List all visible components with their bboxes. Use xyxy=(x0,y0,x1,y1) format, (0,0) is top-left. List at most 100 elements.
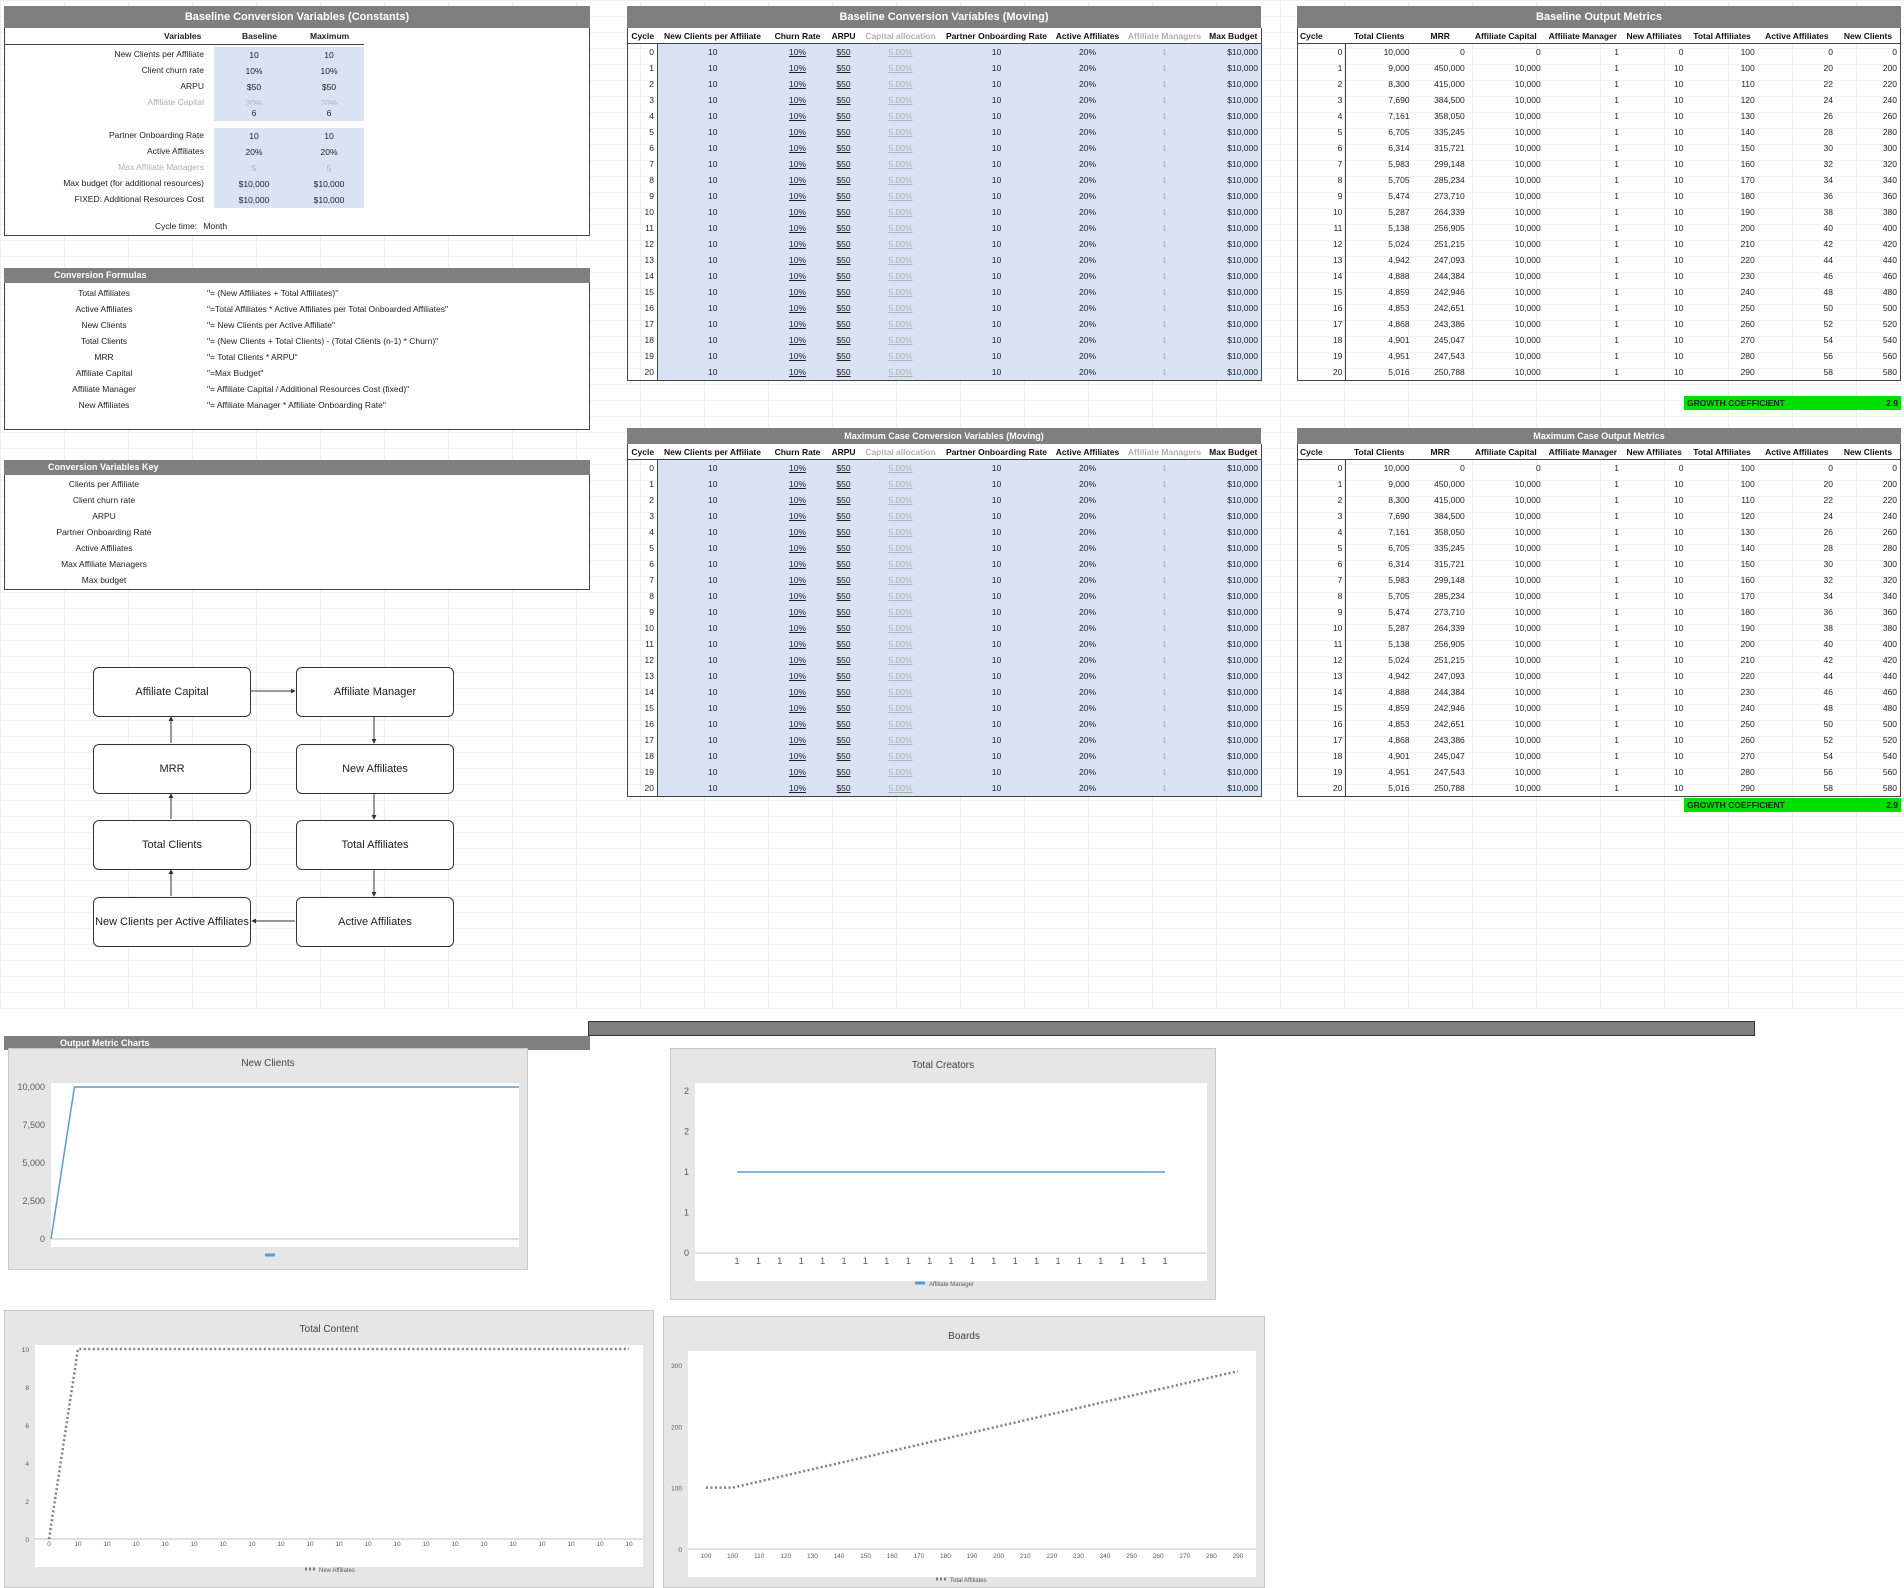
cell-budget[interactable]: $10,000 xyxy=(1205,780,1262,797)
cell-managers[interactable]: 1 xyxy=(1123,92,1206,108)
cell-managers[interactable]: 1 xyxy=(1123,316,1206,332)
cell-new_clients[interactable]: 10 xyxy=(657,204,768,220)
cell-onboarding[interactable]: 10 xyxy=(941,252,1052,268)
cell-new_clients[interactable]: 10 xyxy=(657,652,768,668)
cell-new_clients[interactable]: 10 xyxy=(657,92,768,108)
cell-churn[interactable]: 10% xyxy=(767,43,828,60)
cell-churn[interactable]: 10% xyxy=(767,780,828,797)
cell-new_clients[interactable]: 10 xyxy=(657,732,768,748)
cell-active[interactable]: 20% xyxy=(1051,332,1124,348)
cell-budget[interactable]: $10,000 xyxy=(1205,668,1262,684)
cell-arpu[interactable]: $50 xyxy=(827,268,860,284)
cell-budget[interactable]: $10,000 xyxy=(1205,572,1262,588)
cell-capital[interactable]: 5.00% xyxy=(859,508,942,524)
cell-onboarding[interactable]: 10 xyxy=(941,492,1052,508)
cell-active[interactable]: 20% xyxy=(1051,572,1124,588)
cell-arpu[interactable]: $50 xyxy=(827,604,860,620)
cell-churn[interactable]: 10% xyxy=(767,76,828,92)
cell-active[interactable]: 20% xyxy=(1051,476,1124,492)
cell-new_clients[interactable]: 10 xyxy=(657,236,768,252)
cell-budget[interactable]: $10,000 xyxy=(1205,204,1262,220)
cell-onboarding[interactable]: 10 xyxy=(941,316,1052,332)
cell-onboarding[interactable]: 10 xyxy=(941,300,1052,316)
cell-churn[interactable]: 10% xyxy=(767,764,828,780)
cell-onboarding[interactable]: 10 xyxy=(941,684,1052,700)
cell-capital[interactable]: 5.00% xyxy=(859,268,942,284)
cell-arpu[interactable]: $50 xyxy=(827,60,860,76)
cell-arpu[interactable]: $50 xyxy=(827,252,860,268)
cell-new_clients[interactable]: 10 xyxy=(657,60,768,76)
cell-arpu[interactable]: $50 xyxy=(827,540,860,556)
cell-new_clients[interactable]: 10 xyxy=(657,540,768,556)
cell-budget[interactable]: $10,000 xyxy=(1205,108,1262,124)
cell-arpu[interactable]: $50 xyxy=(827,716,860,732)
cell-new_clients[interactable]: 10 xyxy=(657,364,768,381)
cell-capital[interactable]: 5.00% xyxy=(859,316,942,332)
cell-managers[interactable]: 1 xyxy=(1123,588,1206,604)
cell-active[interactable]: 20% xyxy=(1051,668,1124,684)
cell-new_clients[interactable]: 10 xyxy=(657,524,768,540)
cell-capital[interactable]: 5.00% xyxy=(859,459,942,476)
cell-managers[interactable]: 1 xyxy=(1123,540,1206,556)
cell-arpu[interactable]: $50 xyxy=(827,684,860,700)
cell-capital[interactable]: 5.00% xyxy=(859,300,942,316)
cell-managers[interactable]: 1 xyxy=(1123,764,1206,780)
cell-managers[interactable]: 1 xyxy=(1123,700,1206,716)
cell-onboarding[interactable]: 10 xyxy=(941,732,1052,748)
cell-managers[interactable]: 1 xyxy=(1123,508,1206,524)
cell-capital[interactable]: 5.00% xyxy=(859,780,942,797)
cell-budget[interactable]: $10,000 xyxy=(1205,332,1262,348)
cell-arpu[interactable]: $50 xyxy=(827,459,860,476)
cell-onboarding[interactable]: 10 xyxy=(941,236,1052,252)
cell-active[interactable]: 20% xyxy=(1051,156,1124,172)
cell-churn[interactable]: 10% xyxy=(767,108,828,124)
cell-capital[interactable]: 5.00% xyxy=(859,43,942,60)
cell-new_clients[interactable]: 10 xyxy=(657,140,768,156)
cell-capital[interactable]: 5.00% xyxy=(859,204,942,220)
cell-capital[interactable]: 5.00% xyxy=(859,348,942,364)
cell-capital[interactable]: 5.00% xyxy=(859,684,942,700)
cell-capital[interactable]: 5.00% xyxy=(859,108,942,124)
cell-new_clients[interactable]: 10 xyxy=(657,620,768,636)
cell-managers[interactable]: 1 xyxy=(1123,332,1206,348)
cell-churn[interactable]: 10% xyxy=(767,652,828,668)
cell-capital[interactable]: 5.00% xyxy=(859,604,942,620)
cell-capital[interactable]: 5.00% xyxy=(859,236,942,252)
cell-managers[interactable]: 1 xyxy=(1123,668,1206,684)
cell-active[interactable]: 20% xyxy=(1051,252,1124,268)
cell-active[interactable]: 20% xyxy=(1051,204,1124,220)
cell-budget[interactable]: $10,000 xyxy=(1205,172,1262,188)
cell-arpu[interactable]: $50 xyxy=(827,76,860,92)
cell-active[interactable]: 20% xyxy=(1051,492,1124,508)
cell-capital[interactable]: 5.00% xyxy=(859,668,942,684)
cell-onboarding[interactable]: 10 xyxy=(941,668,1052,684)
cell-churn[interactable]: 10% xyxy=(767,668,828,684)
cell-arpu[interactable]: $50 xyxy=(827,332,860,348)
cell-new_clients[interactable]: 10 xyxy=(657,716,768,732)
cell-active[interactable]: 20% xyxy=(1051,652,1124,668)
cell-new_clients[interactable]: 10 xyxy=(657,492,768,508)
chart-boards[interactable]: Boards 0 100 200 300 100 100 110 120 130 140 150 16… xyxy=(663,1316,1265,1588)
cell-arpu[interactable]: $50 xyxy=(827,652,860,668)
cell-arpu[interactable]: $50 xyxy=(827,524,860,540)
cell-churn[interactable]: 10% xyxy=(767,140,828,156)
cell-active[interactable]: 20% xyxy=(1051,748,1124,764)
cell-arpu[interactable]: $50 xyxy=(827,92,860,108)
cell-arpu[interactable]: $50 xyxy=(827,476,860,492)
cell-capital[interactable]: 5.00% xyxy=(859,60,942,76)
cell-churn[interactable]: 10% xyxy=(767,364,828,381)
cell-budget[interactable]: $10,000 xyxy=(1205,140,1262,156)
cell-onboarding[interactable]: 10 xyxy=(941,700,1052,716)
cell-churn[interactable]: 10% xyxy=(767,348,828,364)
cell-active[interactable]: 20% xyxy=(1051,524,1124,540)
cell-active[interactable]: 20% xyxy=(1051,508,1124,524)
cell-budget[interactable]: $10,000 xyxy=(1205,348,1262,364)
cell-active[interactable]: 20% xyxy=(1051,92,1124,108)
cell-arpu[interactable]: $50 xyxy=(827,572,860,588)
cell-active[interactable]: 20% xyxy=(1051,236,1124,252)
cell-active[interactable]: 20% xyxy=(1051,540,1124,556)
cell-active[interactable]: 20% xyxy=(1051,700,1124,716)
cell-onboarding[interactable]: 10 xyxy=(941,348,1052,364)
cell-capital[interactable]: 5.00% xyxy=(859,364,942,381)
cell-capital[interactable]: 5.00% xyxy=(859,252,942,268)
